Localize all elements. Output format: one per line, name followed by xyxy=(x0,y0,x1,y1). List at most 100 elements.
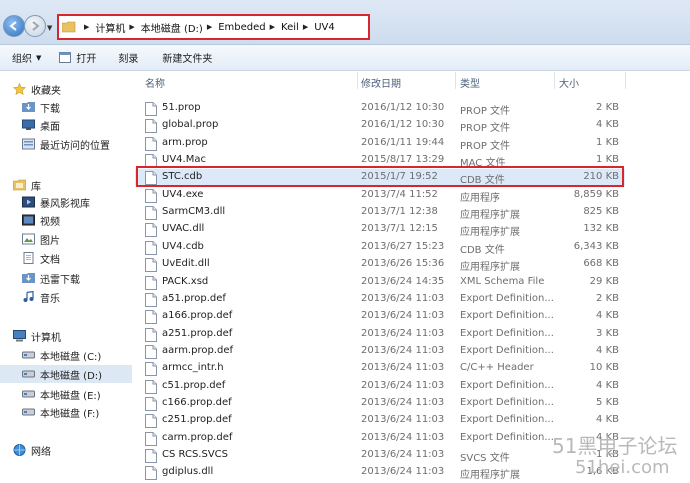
column-divider[interactable] xyxy=(554,72,555,89)
file-icon xyxy=(145,310,157,325)
file-row[interactable]: arm.prop 2016/1/11 19:44 PROP 文件 1 KB xyxy=(135,135,625,152)
crumb-keil[interactable]: Keil xyxy=(281,22,299,33)
file-row[interactable]: STC.cdb 2015/1/7 19:52 CDB 文件 210 KB xyxy=(135,169,625,187)
nav-item-videos[interactable]: 视频 xyxy=(0,211,132,229)
file-type: Export Definition... xyxy=(460,396,554,408)
nav-favorites-label: 收藏夹 xyxy=(31,85,61,97)
recent-places-icon xyxy=(22,138,35,150)
burn-button[interactable]: 刻录 xyxy=(118,50,138,65)
crumb-arrow-icon[interactable]: ▶ xyxy=(84,23,89,31)
column-type[interactable]: 类型 xyxy=(460,75,480,90)
file-row[interactable]: aarm.prop.def 2013/6/24 11:03 Export Defin… xyxy=(135,343,625,360)
nav-item-thunder-downloads[interactable]: 迅雷下载 xyxy=(0,269,132,287)
file-name: SarmCM3.dll xyxy=(162,206,226,218)
nav-libraries[interactable]: 库 xyxy=(0,176,132,194)
file-icon xyxy=(145,136,157,151)
open-button[interactable]: 打开 xyxy=(59,50,96,65)
column-size[interactable]: 大小 xyxy=(559,75,579,90)
file-name: UV4.exe xyxy=(162,188,204,200)
file-row[interactable]: a251.prop.def 2013/6/24 11:03 Export Defin… xyxy=(135,326,625,343)
nav-item-downloads[interactable]: 下载 xyxy=(0,98,132,116)
column-date[interactable]: 修改日期 xyxy=(361,75,401,90)
column-divider[interactable] xyxy=(625,72,626,89)
back-button[interactable] xyxy=(3,15,25,37)
music-icon xyxy=(23,291,34,302)
file-row[interactable]: armcc_intr.h 2013/6/24 11:03 C/C++ Header 1… xyxy=(135,360,625,377)
nav-network[interactable]: 网络 xyxy=(0,441,132,459)
file-row[interactable]: c166.prop.def 2013/6/24 11:03 Export Defin… xyxy=(135,395,625,412)
nav-item-drive-d[interactable]: 本地磁盘 (D:) xyxy=(0,365,132,383)
navigation-pane: 收藏夹 下载 桌面 最近访问的位置 库 暴风影视库 视频 图片 文档 迅雷下载 … xyxy=(0,72,132,483)
file-name: UV4.Mac xyxy=(162,154,206,166)
crumb-drive-d[interactable]: 本地磁盘 (D:) xyxy=(141,20,203,35)
crumb-arrow-icon[interactable]: ▶ xyxy=(270,23,275,31)
crumb-uv4[interactable]: UV4 xyxy=(314,22,335,33)
file-icon xyxy=(145,466,157,481)
file-type: 应用程序 xyxy=(460,192,500,204)
file-size: 10 KB xyxy=(589,362,619,374)
nav-computer-label: 计算机 xyxy=(31,332,61,344)
column-divider[interactable] xyxy=(357,72,358,89)
recent-pages-dropdown[interactable]: ▼ xyxy=(47,24,52,32)
file-row[interactable]: c251.prop.def 2013/6/24 11:03 Export Defin… xyxy=(135,412,625,429)
file-row[interactable]: c51.prop.def 2013/6/24 11:03 Export Defini… xyxy=(135,378,625,395)
crumb-arrow-icon[interactable]: ▶ xyxy=(129,23,134,31)
nav-favorites[interactable]: 收藏夹 xyxy=(0,80,132,98)
file-date: 2013/6/24 11:03 xyxy=(361,449,445,460)
file-type: XML Schema File xyxy=(460,275,545,287)
file-icon xyxy=(145,119,157,134)
nav-item-pictures[interactable]: 图片 xyxy=(0,230,132,248)
file-type: Export Definition... xyxy=(460,292,554,304)
nav-item-documents[interactable]: 文档 xyxy=(0,249,132,267)
file-row[interactable]: UV4.exe 2013/7/4 11:52 应用程序 8,859 KB xyxy=(135,187,625,204)
nav-item-drive-c[interactable]: 本地磁盘 (C:) xyxy=(0,346,132,364)
open-icon xyxy=(59,52,72,63)
chevron-down-icon: ▼ xyxy=(36,53,42,62)
crumb-arrow-icon[interactable]: ▶ xyxy=(303,23,308,31)
nav-item-drive-f[interactable]: 本地磁盘 (F:) xyxy=(0,403,132,421)
new-folder-button[interactable]: 新建文件夹 xyxy=(162,50,212,65)
download-folder-icon xyxy=(22,273,35,283)
crumb-arrow-icon[interactable]: ▶ xyxy=(207,23,212,31)
file-row[interactable]: UVAC.dll 2013/7/1 12:15 应用程序扩展 132 KB xyxy=(135,221,625,238)
file-row[interactable]: a166.prop.def 2013/6/24 11:03 Export Defin… xyxy=(135,308,625,325)
crumb-embeded[interactable]: Embeded xyxy=(218,22,265,33)
address-bar[interactable]: ▶ 计算机 ▶ 本地磁盘 (D:) ▶ Embeded ▶ Keil ▶ UV4 xyxy=(57,14,370,40)
file-size: 132 KB xyxy=(583,223,619,235)
file-type: SVCS 文件 xyxy=(460,453,510,464)
nav-item-label: 最近访问的位置 xyxy=(40,140,110,152)
file-icon xyxy=(145,258,157,273)
file-row[interactable]: UV4.cdb 2013/6/27 15:23 CDB 文件 6,343 KB xyxy=(135,239,625,256)
file-name: c251.prop.def xyxy=(162,414,232,426)
crumb-computer[interactable]: 计算机 xyxy=(95,20,125,35)
organize-button[interactable]: 组织 ▼ xyxy=(12,50,42,66)
file-name: c166.prop.def xyxy=(162,396,232,408)
file-type: 应用程序扩展 xyxy=(460,210,520,222)
nav-computer[interactable]: 计算机 xyxy=(0,327,132,345)
file-size: 210 KB xyxy=(583,171,619,183)
file-row[interactable]: UvEdit.dll 2013/6/26 15:36 应用程序扩展 668 KB xyxy=(135,256,625,273)
file-row[interactable]: UV4.Mac 2015/8/17 13:29 MAC 文件 1 KB xyxy=(135,152,625,169)
file-row[interactable]: global.prop 2016/1/12 10:30 PROP 文件 4 KB xyxy=(135,117,625,134)
file-name: gdiplus.dll xyxy=(162,466,214,478)
file-size: 29 KB xyxy=(589,275,619,287)
nav-item-recent-places[interactable]: 最近访问的位置 xyxy=(0,135,132,153)
file-row[interactable]: 51.prop 2016/1/12 10:30 PROP 文件 2 KB xyxy=(135,100,625,117)
nav-item-storm-library[interactable]: 暴风影视库 xyxy=(0,193,132,211)
nav-item-music[interactable]: 音乐 xyxy=(0,288,132,306)
arrow-right-icon xyxy=(32,21,40,31)
file-row[interactable]: gdiplus.dll 2013/6/24 11:03 应用程序扩展 1,6 KB xyxy=(135,464,625,481)
file-date: 2016/1/12 10:30 xyxy=(361,102,445,113)
nav-item-drive-e[interactable]: 本地磁盘 (E:) xyxy=(0,385,132,403)
forward-button[interactable] xyxy=(24,15,46,37)
file-row[interactable]: SarmCM3.dll 2013/7/1 12:38 应用程序扩展 825 KB xyxy=(135,204,625,221)
nav-item-desktop[interactable]: 桌面 xyxy=(0,116,132,134)
file-date: 2015/8/17 13:29 xyxy=(361,154,445,166)
file-name: arm.prop xyxy=(162,136,208,148)
column-divider[interactable] xyxy=(455,72,456,89)
file-name: a166.prop.def xyxy=(162,310,233,322)
file-date: 2013/6/24 11:03 xyxy=(361,396,445,408)
column-name[interactable]: 名称 xyxy=(145,75,165,90)
file-row[interactable]: a51.prop.def 2013/6/24 11:03 Export Defini… xyxy=(135,291,625,308)
file-row[interactable]: PACK.xsd 2013/6/24 14:35 XML Schema File 29… xyxy=(135,274,625,291)
